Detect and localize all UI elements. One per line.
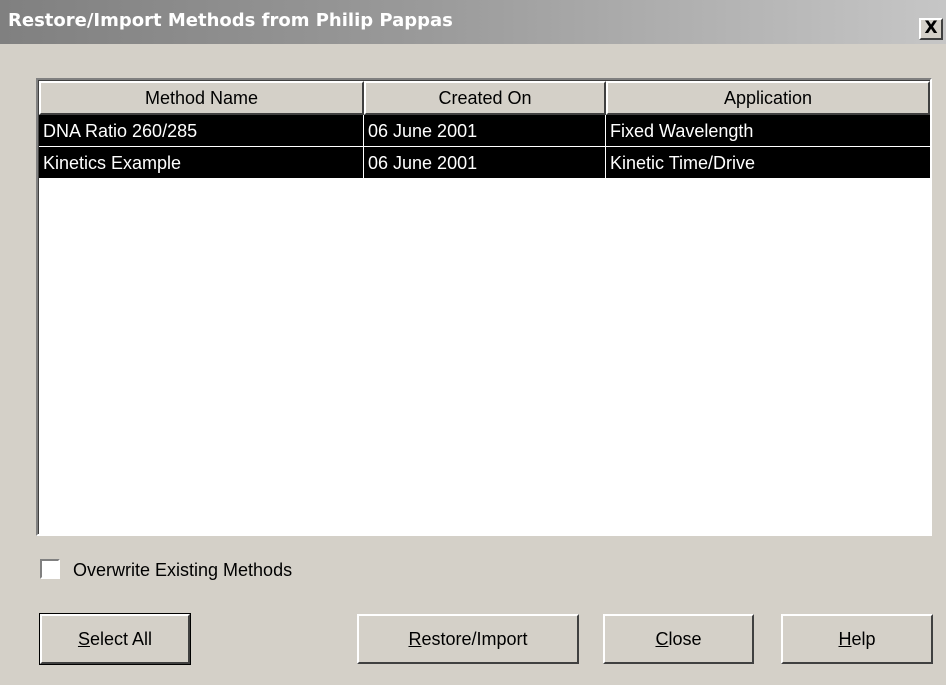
column-header-created-on[interactable]: Created On — [364, 81, 606, 115]
help-button[interactable]: Help — [781, 614, 933, 664]
table-row[interactable]: Kinetics Example 06 June 2001 Kinetic Ti… — [39, 147, 930, 179]
select-all-mnemonic: S — [77, 629, 90, 649]
cell-method-name: DNA Ratio 260/285 — [39, 115, 364, 147]
close-mnemonic: C — [655, 629, 669, 649]
column-header-application[interactable]: Application — [606, 81, 930, 115]
title-bar[interactable]: Restore/Import Methods from Philip Pappa… — [0, 0, 946, 44]
overwrite-checkbox[interactable] — [40, 559, 60, 579]
cell-application: Fixed Wavelength — [606, 115, 930, 147]
select-all-button[interactable]: Select All — [39, 613, 191, 665]
cell-created-on: 06 June 2001 — [364, 115, 606, 147]
close-button[interactable]: Close — [603, 614, 754, 664]
close-icon[interactable]: X — [919, 18, 943, 40]
window-title: Restore/Import Methods from Philip Pappa… — [8, 10, 453, 31]
restore-import-button[interactable]: Restore/Import — [357, 614, 579, 664]
methods-list[interactable]: Method Name Created On Application DNA R… — [36, 78, 932, 536]
close-label: lose — [668, 629, 702, 649]
cell-created-on: 06 June 2001 — [364, 147, 606, 179]
help-label: elp — [851, 629, 876, 649]
select-all-label: elect All — [89, 629, 153, 649]
cell-method-name: Kinetics Example — [39, 147, 364, 179]
restore-import-mnemonic: R — [408, 629, 422, 649]
restore-import-dialog: Restore/Import Methods from Philip Pappa… — [0, 0, 946, 685]
cell-application: Kinetic Time/Drive — [606, 147, 930, 179]
restore-import-label: estore/Import — [421, 629, 528, 649]
overwrite-label[interactable]: Overwrite Existing Methods — [73, 557, 292, 583]
table-row[interactable]: DNA Ratio 260/285 06 June 2001 Fixed Wav… — [39, 115, 930, 147]
overwrite-option[interactable]: Overwrite Existing Methods — [40, 557, 360, 583]
help-mnemonic: H — [838, 629, 852, 649]
column-header-method-name[interactable]: Method Name — [39, 81, 364, 115]
list-header: Method Name Created On Application — [39, 81, 930, 115]
